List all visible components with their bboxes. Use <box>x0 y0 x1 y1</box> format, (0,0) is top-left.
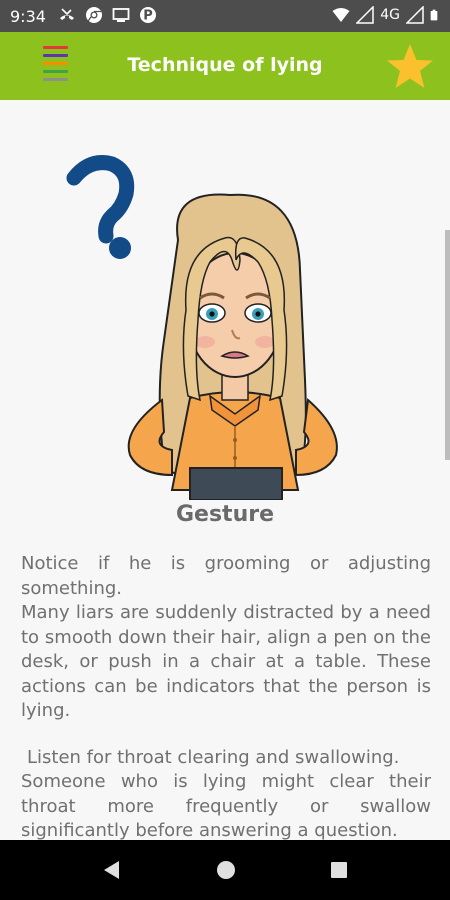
paragraph: Notice if he is grooming or adjusting so… <box>21 553 431 599</box>
favorite-button[interactable] <box>384 42 436 92</box>
page-title: Technique of lying <box>127 54 323 76</box>
article-body: Notice if he is grooming or adjusting so… <box>21 552 431 840</box>
menu-stripe <box>43 46 68 49</box>
paragraph: Someone who is lying might clear their t… <box>21 771 431 840</box>
paragraph: Many liars are suddenly distracted by a … <box>21 602 431 721</box>
recents-icon[interactable] <box>328 859 350 881</box>
svg-text:P: P <box>143 9 153 24</box>
section-title: Gesture <box>175 502 275 527</box>
signal-icon <box>406 6 424 24</box>
star-icon <box>387 44 433 88</box>
cast-icon <box>112 8 130 22</box>
confused-woman-avatar <box>66 155 338 500</box>
status-right-icons: 4G <box>332 6 442 24</box>
menu-stripe <box>43 54 68 57</box>
menu-stripe <box>43 78 68 81</box>
scrollbar[interactable] <box>445 230 450 460</box>
navigation-bar <box>0 840 450 900</box>
status-left-icons: P <box>58 6 157 24</box>
chrome-icon <box>86 7 102 23</box>
status-time: 9:34 <box>10 7 46 26</box>
content-scroll-area[interactable]: Gesture Notice if he is grooming or adju… <box>0 100 450 840</box>
home-icon[interactable] <box>215 859 237 881</box>
network-type: 4G <box>380 7 400 23</box>
parking-icon: P <box>140 7 156 24</box>
menu-stripe <box>43 62 68 65</box>
app-bar: Technique of lying <box>0 32 450 100</box>
status-bar: 9:34 P 4G <box>0 0 450 32</box>
back-icon[interactable] <box>101 859 123 881</box>
signal-icon <box>356 6 374 24</box>
question-mark-icon <box>66 155 135 259</box>
paragraph: Listen for throat clearing and swallowin… <box>27 746 400 768</box>
battery-icon <box>430 9 438 21</box>
menu-stripe <box>43 70 68 73</box>
wifi-icon <box>332 8 350 22</box>
menu-button[interactable] <box>40 44 70 88</box>
missed-call-icon <box>60 8 74 20</box>
